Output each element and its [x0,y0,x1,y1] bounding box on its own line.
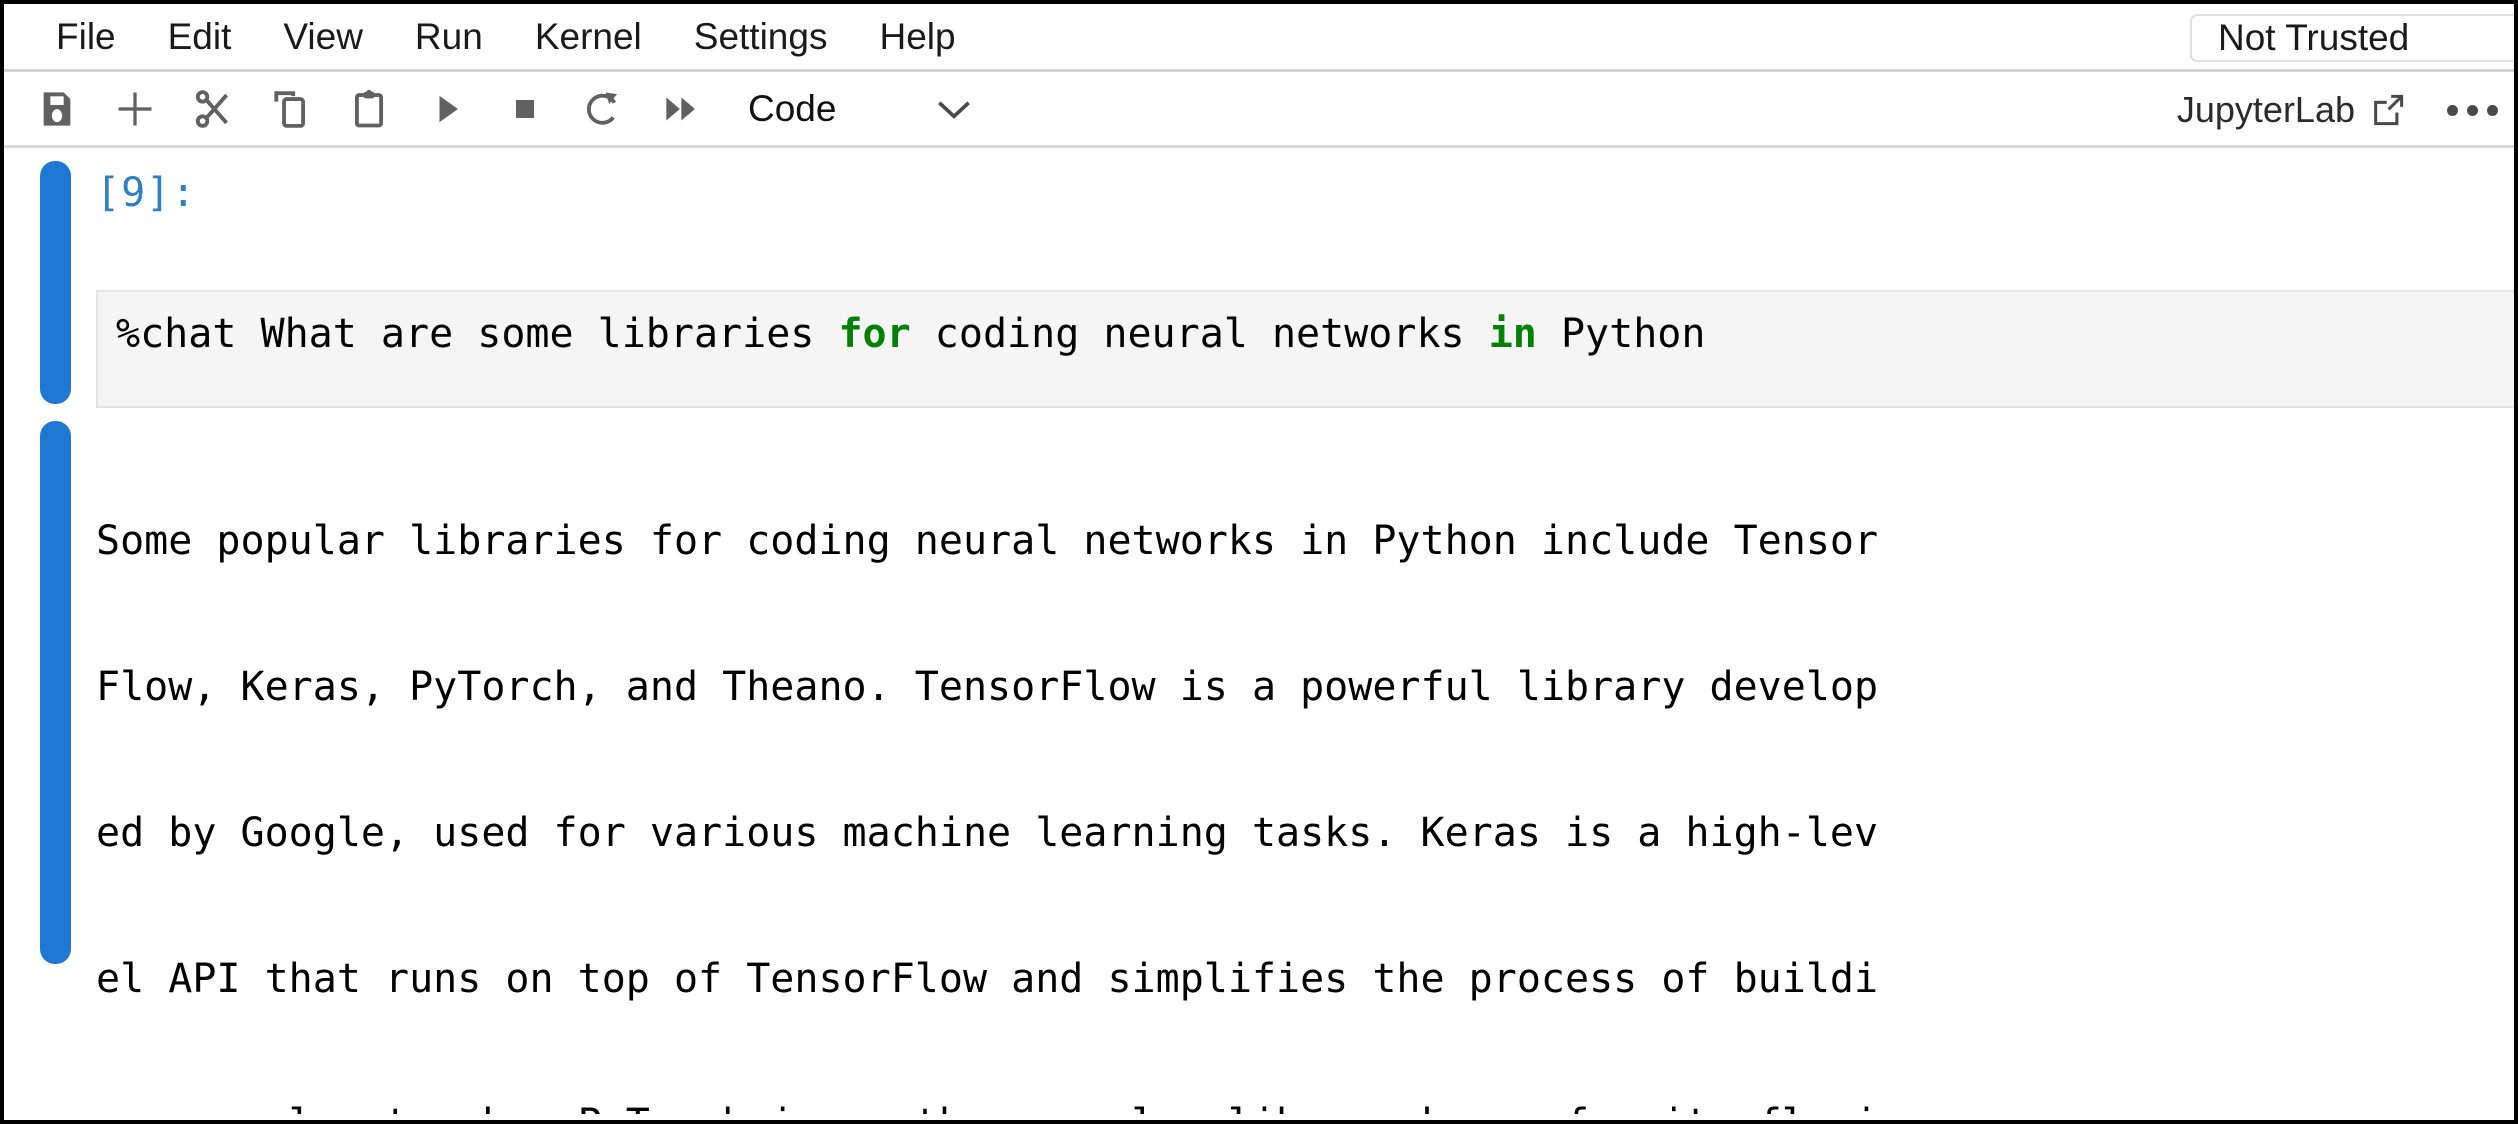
cell-type-value: Code [748,87,837,129]
scissors-icon [191,87,235,131]
menu-item-file[interactable]: File [30,14,142,59]
menu-item-settings[interactable]: Settings [668,14,854,59]
input-cell-selection-bar[interactable] [40,161,71,404]
output-line: Flow, Keras, PyTorch, and Theano. Tensor… [96,663,1879,710]
copy-icon [269,87,313,131]
copy-cells-button[interactable] [252,75,330,143]
restart-circle-icon [581,87,625,131]
open-in-jupyterlab-label[interactable]: JupyterLab [2177,89,2355,131]
code-keyword-in: in [1488,311,1537,357]
kebab-horizontal-icon[interactable] [2447,104,2498,116]
notebook-scroll-area[interactable]: [9]: %chat What are some libraries for c… [4,148,2514,1114]
fast-forward-icon [660,88,702,130]
plus-icon [113,87,157,131]
code-token-middle: coding neural networks [910,311,1489,357]
output-line: Some popular libraries for coding neural… [96,518,1879,565]
cut-cells-button[interactable] [174,75,252,143]
trust-status-label: Not Trusted [2218,17,2410,58]
menu-item-edit[interactable]: Edit [142,14,258,59]
trust-status-badge[interactable]: Not Trusted [2190,14,2514,62]
code-cell-editor[interactable]: %chat What are some libraries for coding… [96,290,2514,408]
menu-item-run[interactable]: Run [389,14,509,59]
cell-stream-output: Some popular libraries for coding neural… [96,420,2514,1114]
save-icon [37,88,77,130]
output-line: ed by Google, used for various machine l… [96,809,1879,856]
jupyter-notebook-window: File Edit View Run Kernel Settings Help … [0,0,2518,1124]
menu-item-view[interactable]: View [257,14,389,59]
stop-square-icon [505,88,545,130]
output-cell-selection-bar[interactable] [40,421,71,964]
menu-bar: File Edit View Run Kernel Settings Help … [4,4,2514,72]
run-cell-button[interactable] [408,75,486,143]
code-token-suffix: Python [1536,311,1706,357]
code-token-prefix: %chat What are some libraries [116,311,839,357]
play-icon [427,88,467,130]
interrupt-kernel-button[interactable] [486,75,564,143]
paste-cells-button[interactable] [330,75,408,143]
menu-item-kernel[interactable]: Kernel [509,14,668,59]
code-keyword-for: for [838,311,911,357]
output-line: el API that runs on top of TensorFlow an… [96,955,1879,1002]
external-link-icon[interactable] [2369,91,2407,129]
paste-icon [347,87,391,131]
save-button[interactable] [18,75,96,143]
restart-kernel-button[interactable] [564,75,642,143]
insert-cell-button[interactable] [96,75,174,143]
output-line: ng neural networks. PyTorch is another p… [96,1100,2514,1114]
menu-item-help[interactable]: Help [853,14,981,59]
chevron-down-icon [932,94,976,124]
cell-type-dropdown[interactable]: Code [748,88,976,130]
notebook-toolbar: Code JupyterLab [4,72,2514,148]
toolbar-right-cluster: JupyterLab [2177,72,2504,148]
restart-and-run-all-button[interactable] [642,75,720,143]
code-source-line: %chat What are some libraries for coding… [116,314,1705,354]
cell-prompt-label: [9]: [96,170,197,216]
